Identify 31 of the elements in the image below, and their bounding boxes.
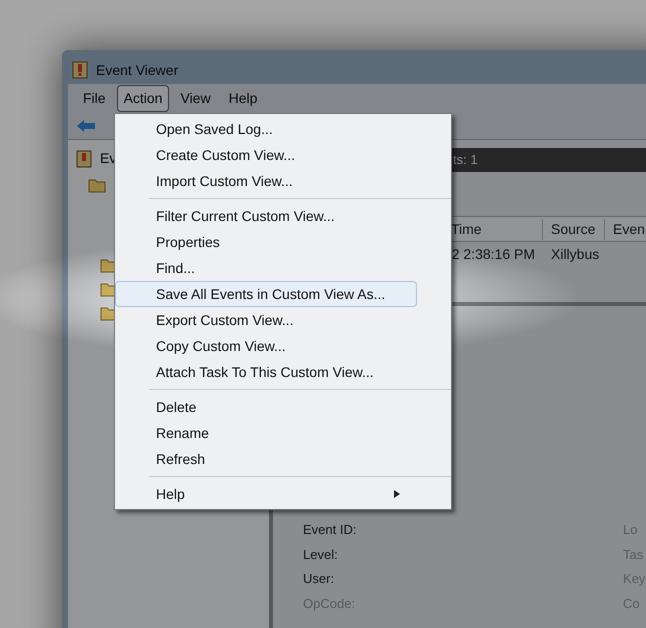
event-count: ts: 1 <box>453 151 478 170</box>
menu-item[interactable]: Save All Events in Custom View As... <box>115 281 417 307</box>
menu-bar-item[interactable]: Help <box>222 84 264 112</box>
menu-item[interactable]: Import Custom View... <box>115 168 451 194</box>
event-log-icon <box>72 61 88 79</box>
menu-bar-item[interactable]: File <box>76 84 113 112</box>
menu-item[interactable]: Rename <box>115 420 417 446</box>
menu-bar-item[interactable]: Action <box>116 84 170 112</box>
menu-item[interactable]: Copy Custom View... <box>115 333 417 359</box>
detail-label: Level: <box>303 546 339 564</box>
folder-icon <box>88 177 106 193</box>
detail-label: User: <box>303 570 336 588</box>
menu-item[interactable]: Export Custom View... <box>115 307 417 333</box>
back-arrow-icon[interactable] <box>76 118 96 132</box>
menu-bar-item[interactable]: View <box>173 84 218 112</box>
window-title: Event Viewer <box>96 60 178 80</box>
menu-item[interactable]: Refresh <box>115 446 417 472</box>
menu-item[interactable]: Properties <box>115 229 417 255</box>
table-cell-text: 2 2:38:16 PM <box>450 244 536 264</box>
menu-item[interactable]: Attach Task To This Custom View... <box>115 359 417 385</box>
event-log-icon <box>76 150 92 168</box>
menu-item[interactable]: Open Saved Log... <box>115 116 451 142</box>
menu-item[interactable]: Delete <box>115 394 417 420</box>
column-header[interactable]: Source <box>543 218 605 240</box>
column-header[interactable]: Even <box>605 218 646 240</box>
menu-item[interactable]: Find... <box>115 255 417 281</box>
menu-item[interactable]: Filter Current Custom View... <box>115 203 417 229</box>
table-cell-text: Xillybus <box>550 244 600 264</box>
menu-item[interactable]: Help <box>115 481 417 507</box>
detail-label: Event ID: <box>303 521 358 539</box>
menu-item[interactable]: Create Custom View... <box>115 142 451 168</box>
